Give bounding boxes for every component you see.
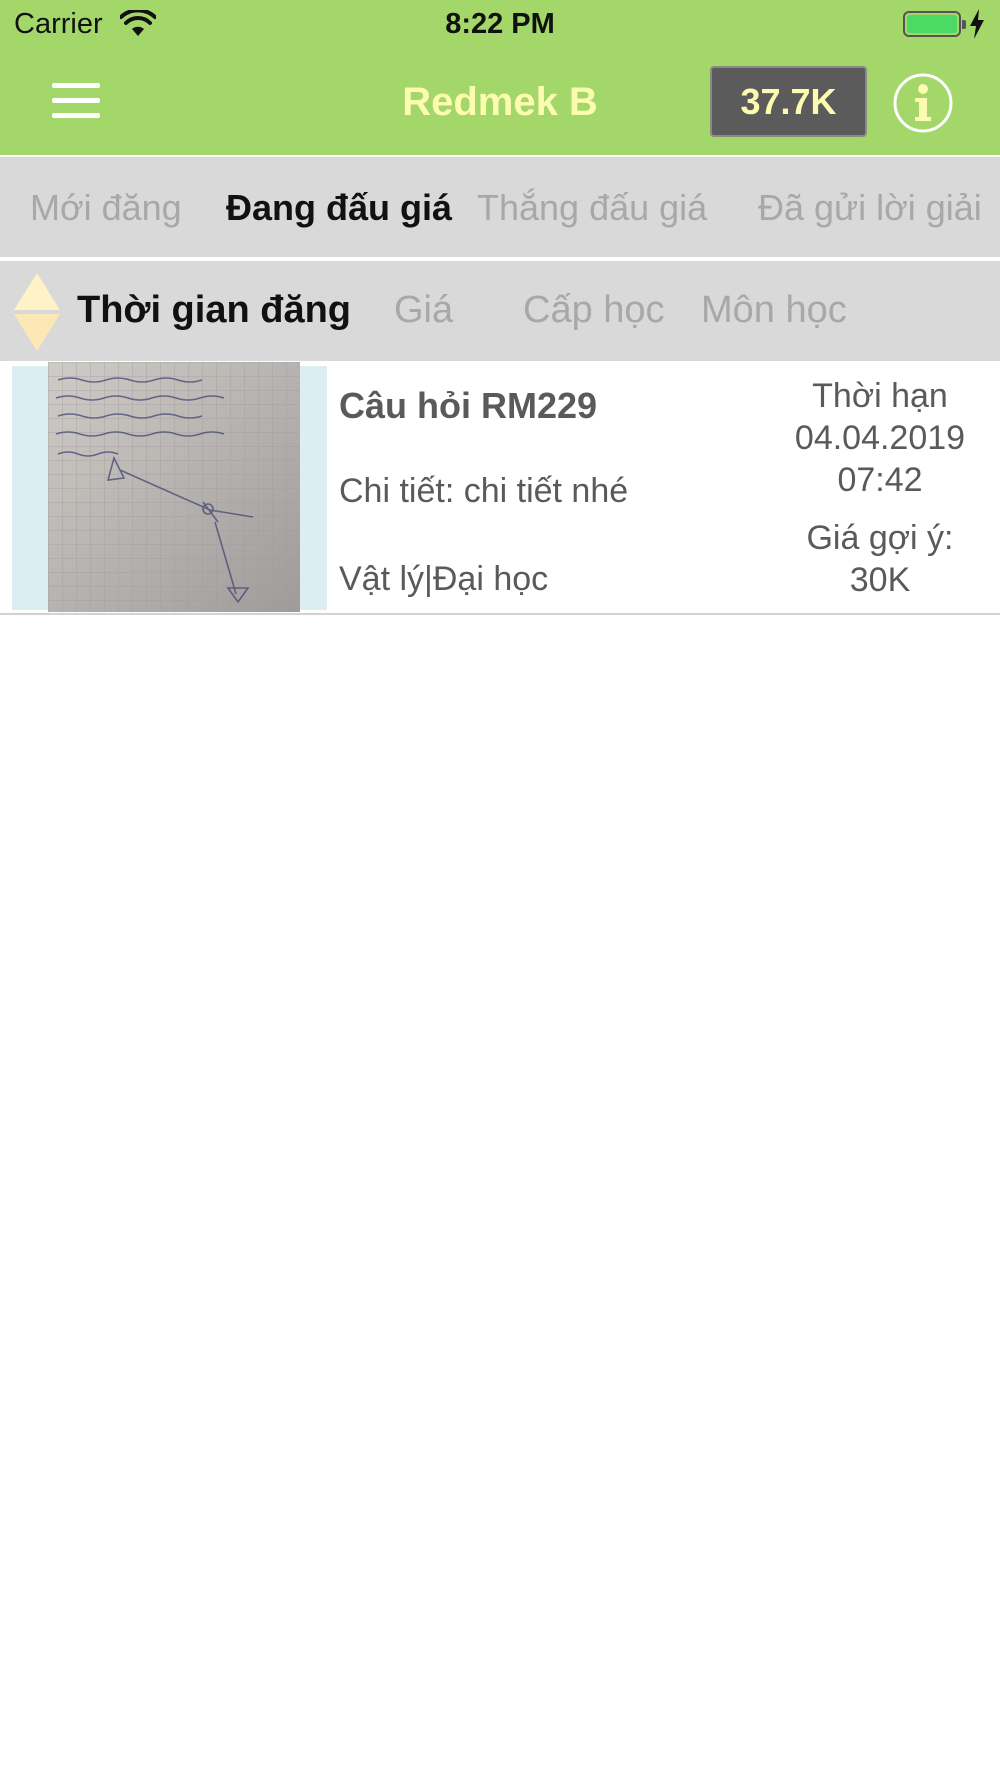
info-icon[interactable] xyxy=(892,72,954,134)
deadline-time: 07:42 xyxy=(837,461,923,499)
sort-bar: Thời gian đăng Giá Cấp học Môn học xyxy=(0,261,1000,361)
question-title: Câu hỏi RM229 xyxy=(339,385,598,426)
sort-arrows-icon[interactable] xyxy=(14,273,60,351)
deadline-date: 04.04.2019 xyxy=(794,419,966,457)
list-item[interactable]: Câu hỏi RM229 Chi tiết: chi tiết nhé Vật… xyxy=(0,361,1000,615)
charging-bolt-icon xyxy=(970,9,984,39)
balance-button[interactable]: 37.7K xyxy=(710,66,867,137)
tab-da-gui-loi-giai[interactable]: Đã gửi lời giải xyxy=(758,187,982,229)
price-block: Giá gợi ý: 30K xyxy=(770,517,990,601)
deadline-block: Thời hạn 04.04.2019 07:42 xyxy=(770,375,990,501)
sort-option-gia[interactable]: Giá xyxy=(394,289,453,332)
tab-moi-dang[interactable]: Mới đăng xyxy=(30,187,182,229)
sort-option-thoi-gian-dang[interactable]: Thời gian đăng xyxy=(77,289,351,332)
sort-option-cap-hoc[interactable]: Cấp học xyxy=(523,289,665,332)
status-bar: Carrier 8:22 PM xyxy=(0,0,1000,50)
tab-thang-dau-gia[interactable]: Thắng đấu giá xyxy=(477,187,707,229)
navigation-bar: Redmek B 37.7K xyxy=(0,50,1000,155)
battery-icon xyxy=(903,11,966,37)
question-image xyxy=(48,362,300,612)
question-category: Vật lý|Đại học xyxy=(339,560,549,598)
sort-option-mon-hoc[interactable]: Môn học xyxy=(701,289,847,332)
price-value: 30K xyxy=(849,561,911,599)
status-time: 8:22 PM xyxy=(445,8,555,40)
deadline-label: Thời hạn xyxy=(812,377,948,415)
tab-dang-dau-gia[interactable]: Đang đấu giá xyxy=(226,187,452,229)
price-label: Giá gợi ý: xyxy=(806,519,954,557)
question-detail: Chi tiết: chi tiết nhé xyxy=(339,472,629,510)
status-tabs: Mới đăng Đang đấu giá Thắng đấu giá Đã g… xyxy=(0,157,1000,257)
app-header: Carrier 8:22 PM Redmek B 37.7K xyxy=(0,0,1000,155)
